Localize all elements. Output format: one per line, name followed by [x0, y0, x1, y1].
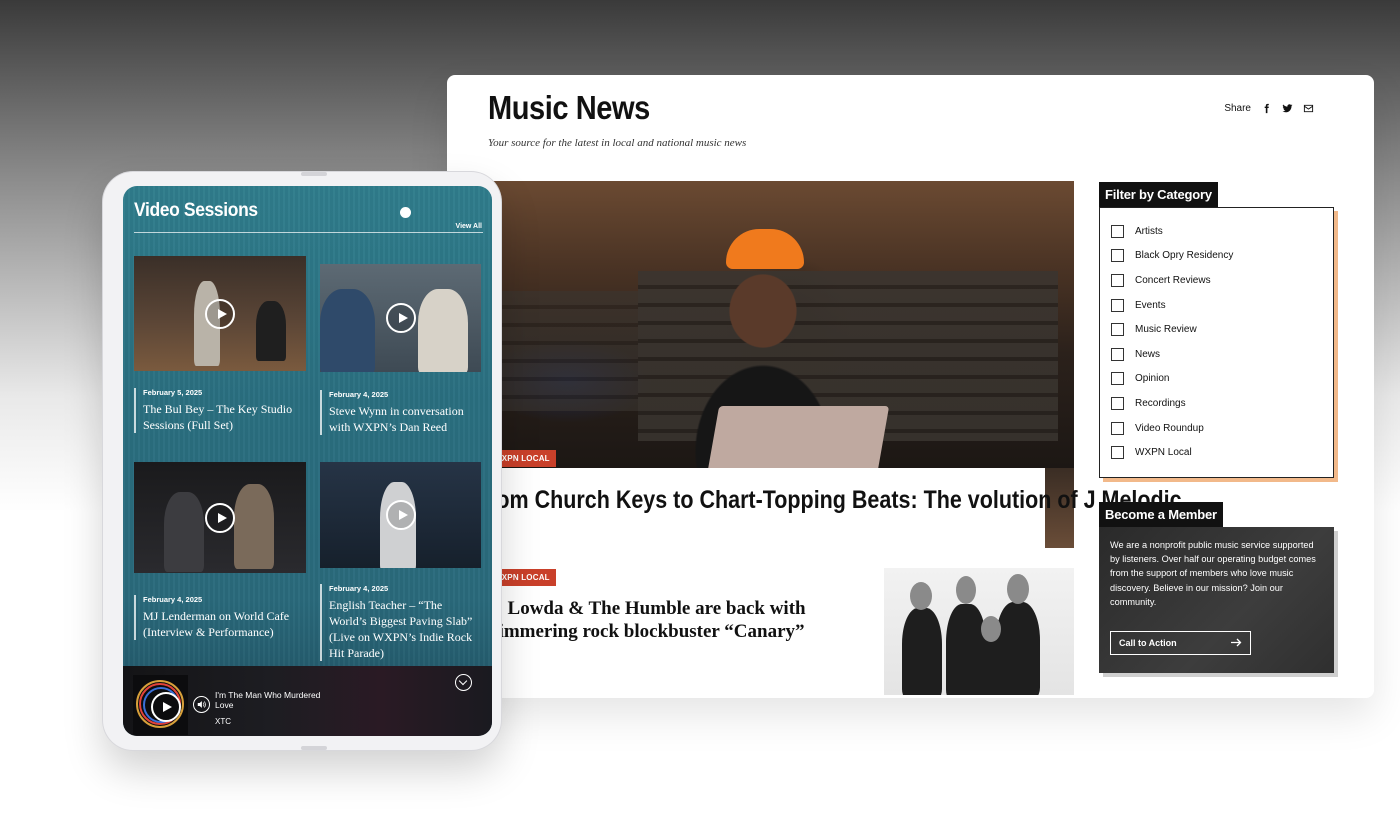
- video-meta: February 4, 2025 Steve Wynn in conversat…: [320, 390, 481, 435]
- video-sessions-title: Video Sessions: [134, 200, 258, 221]
- filter-option-label: Music Review: [1135, 324, 1197, 336]
- filter-option-music-review[interactable]: Music Review: [1111, 317, 1333, 342]
- checkbox[interactable]: [1111, 323, 1124, 337]
- member-description: We are a nonprofit public music service …: [1110, 540, 1316, 607]
- checkbox[interactable]: [1111, 249, 1124, 263]
- filter-option-label: Opinion: [1135, 373, 1170, 385]
- checkbox[interactable]: [1111, 273, 1124, 287]
- video-title[interactable]: English Teacher – “The World’s Biggest P…: [329, 597, 481, 661]
- filter-option-label: Black Opry Residency: [1135, 250, 1234, 262]
- filter-heading: Filter by Category: [1099, 182, 1218, 207]
- tablet-screen: Video Sessions View All February 5, 2025…: [123, 186, 492, 736]
- email-icon[interactable]: [1303, 103, 1314, 114]
- filter-option-label: Concert Reviews: [1135, 274, 1211, 286]
- member-heading: Become a Member: [1099, 502, 1223, 527]
- checkbox[interactable]: [1111, 372, 1124, 386]
- cta-label: Call to Action: [1119, 638, 1177, 648]
- page-title: Music News: [488, 89, 650, 126]
- video-title[interactable]: The Bul Bey – The Key Studio Sessions (F…: [143, 401, 306, 433]
- tablet-device: Video Sessions View All February 5, 2025…: [103, 172, 501, 750]
- filter-panel: Artists Black Opry Residency Concert Rev…: [1099, 207, 1334, 478]
- filter-option-opinion[interactable]: Opinion: [1111, 367, 1333, 392]
- checkbox[interactable]: [1111, 224, 1124, 238]
- filter-option-recordings[interactable]: Recordings: [1111, 391, 1333, 416]
- checkbox[interactable]: [1111, 396, 1124, 410]
- volume-icon[interactable]: [193, 696, 210, 713]
- story-headline[interactable]: lo Lowda & The Humble are back with himm…: [488, 597, 868, 643]
- filter-option-wxpn-local[interactable]: WXPN Local: [1111, 440, 1333, 465]
- tablet-button: [301, 746, 327, 750]
- divider: [134, 232, 483, 233]
- video-date: February 4, 2025: [329, 390, 389, 399]
- checkbox[interactable]: [1111, 446, 1124, 460]
- audio-player: I'm The Man Who Murdered Love XTC: [123, 666, 492, 736]
- share-label: Share: [1224, 103, 1251, 114]
- facebook-icon[interactable]: [1261, 103, 1272, 114]
- filter-option-artists[interactable]: Artists: [1111, 219, 1333, 244]
- video-date: February 4, 2025: [329, 584, 389, 593]
- video-card[interactable]: February 4, 2025 MJ Lenderman on World C…: [134, 462, 306, 640]
- page-subtitle: Your source for the latest in local and …: [488, 137, 747, 149]
- video-thumbnail[interactable]: [320, 462, 481, 568]
- video-card[interactable]: February 5, 2025 The Bul Bey – The Key S…: [134, 256, 306, 433]
- video-title[interactable]: Steve Wynn in conversation with WXPN’s D…: [329, 403, 481, 435]
- filter-option-label: News: [1135, 348, 1161, 360]
- camera-dot: [400, 207, 411, 218]
- filter-option-label: Recordings: [1135, 397, 1186, 409]
- call-to-action-button[interactable]: Call to Action: [1110, 631, 1251, 655]
- chevron-down-icon[interactable]: [455, 674, 472, 691]
- share-bar: Share: [1224, 103, 1314, 114]
- play-icon[interactable]: [205, 502, 235, 533]
- play-icon[interactable]: [151, 692, 181, 722]
- arrow-right-icon: [1231, 638, 1242, 649]
- filter-option-events[interactable]: Events: [1111, 293, 1333, 318]
- member-panel: We are a nonprofit public music service …: [1099, 527, 1334, 673]
- twitter-icon[interactable]: [1282, 103, 1293, 114]
- filter-option-concert-reviews[interactable]: Concert Reviews: [1111, 268, 1333, 293]
- hero-image[interactable]: [488, 181, 1074, 468]
- checkbox[interactable]: [1111, 298, 1124, 312]
- story-image[interactable]: [884, 568, 1074, 695]
- hero-headline[interactable]: rom Church Keys to Chart-Topping Beats: …: [488, 485, 1182, 516]
- video-thumbnail[interactable]: [320, 264, 481, 372]
- view-all-link[interactable]: View All: [456, 223, 482, 230]
- desktop-page: Music News Your source for the latest in…: [447, 75, 1374, 698]
- video-card[interactable]: February 4, 2025 English Teacher – “The …: [320, 462, 481, 661]
- filter-option-label: Video Roundup: [1135, 422, 1204, 434]
- filter-option-label: Events: [1135, 299, 1166, 311]
- video-title[interactable]: MJ Lenderman on World Cafe (Interview & …: [143, 608, 306, 640]
- play-icon[interactable]: [205, 298, 235, 329]
- video-meta: February 4, 2025 MJ Lenderman on World C…: [134, 595, 306, 640]
- play-icon[interactable]: [385, 500, 416, 530]
- tablet-button: [301, 172, 327, 176]
- track-artist: XTC: [215, 717, 231, 726]
- play-icon[interactable]: [385, 303, 416, 333]
- filter-option-black-opry-residency[interactable]: Black Opry Residency: [1111, 244, 1333, 269]
- album-art: [133, 675, 188, 735]
- video-meta: February 5, 2025 The Bul Bey – The Key S…: [134, 388, 306, 433]
- video-card[interactable]: February 4, 2025 Steve Wynn in conversat…: [320, 264, 481, 435]
- video-meta: February 4, 2025 English Teacher – “The …: [320, 584, 481, 661]
- filter-option-label: WXPN Local: [1135, 447, 1192, 459]
- checkbox[interactable]: [1111, 421, 1124, 435]
- video-thumbnail[interactable]: [134, 256, 306, 371]
- filter-option-label: Artists: [1135, 225, 1163, 237]
- video-thumbnail[interactable]: [134, 462, 306, 573]
- filter-option-news[interactable]: News: [1111, 342, 1333, 367]
- video-date: February 4, 2025: [143, 595, 203, 604]
- track-title: I'm The Man Who Murdered Love: [215, 690, 321, 710]
- video-date: February 5, 2025: [143, 388, 203, 397]
- filter-option-video-roundup[interactable]: Video Roundup: [1111, 416, 1333, 441]
- checkbox[interactable]: [1111, 347, 1124, 361]
